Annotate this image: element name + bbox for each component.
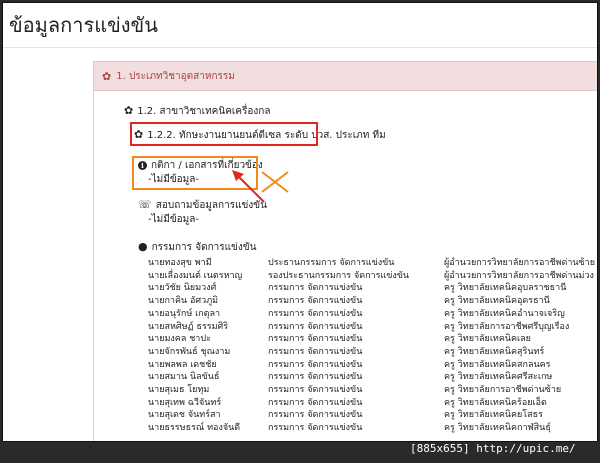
questions-heading: ☏ สอบถามข้อมูลการแข่งขัน (138, 198, 267, 213)
questions-value: -ไม่มีข้อมูล- (148, 214, 199, 225)
screenshot-frame: ข้อมูลการแข่งขัน ✿ 1. ประเภทวิชาอุตสาหกร… (2, 2, 598, 442)
gear-icon: ✿ (124, 104, 134, 117)
subsection-heading: ✿ 1.2. สาขาวิชาเทคนิคเครื่องกล (124, 104, 270, 119)
committee-label: กรรมการ จัดการแข่งขัน (151, 242, 257, 253)
comments-icon: ● (138, 240, 148, 253)
phone-icon: ☏ (138, 198, 152, 211)
panel-heading-text: 1. ประเภทวิชาอุตสาหกรรม (116, 70, 235, 82)
title-divider (3, 47, 597, 48)
committee-member-role: กรรมการ จัดการแข่งขัน (268, 423, 363, 434)
panel-heading[interactable]: ✿ 1. ประเภทวิชาอุตสาหกรรม (94, 62, 597, 91)
highlight-box-orange (132, 156, 258, 190)
highlight-box-red (130, 122, 318, 146)
image-host-footer: [885x655] http://upic.me/ (410, 442, 576, 455)
gear-icon: ✿ (102, 69, 112, 83)
page-title: ข้อมูลการแข่งขัน (9, 13, 158, 37)
questions-label: สอบถามข้อมูลการแข่งขัน (155, 200, 267, 211)
subsection-heading-text: 1.2. สาขาวิชาเทคนิคเครื่องกล (137, 106, 271, 117)
competition-panel: ✿ 1. ประเภทวิชาอุตสาหกรรม ✿ 1.2. สาขาวิชา… (93, 61, 597, 441)
committee-member-affiliation: ครู วิทยาลัยเทคนิคกาฬสินธุ์ (444, 423, 551, 434)
committee-member-name: นายธรรษธรณ์ ทองจันดี (148, 423, 241, 434)
committee-heading: ● กรรมการ จัดการแข่งขัน (138, 240, 256, 255)
